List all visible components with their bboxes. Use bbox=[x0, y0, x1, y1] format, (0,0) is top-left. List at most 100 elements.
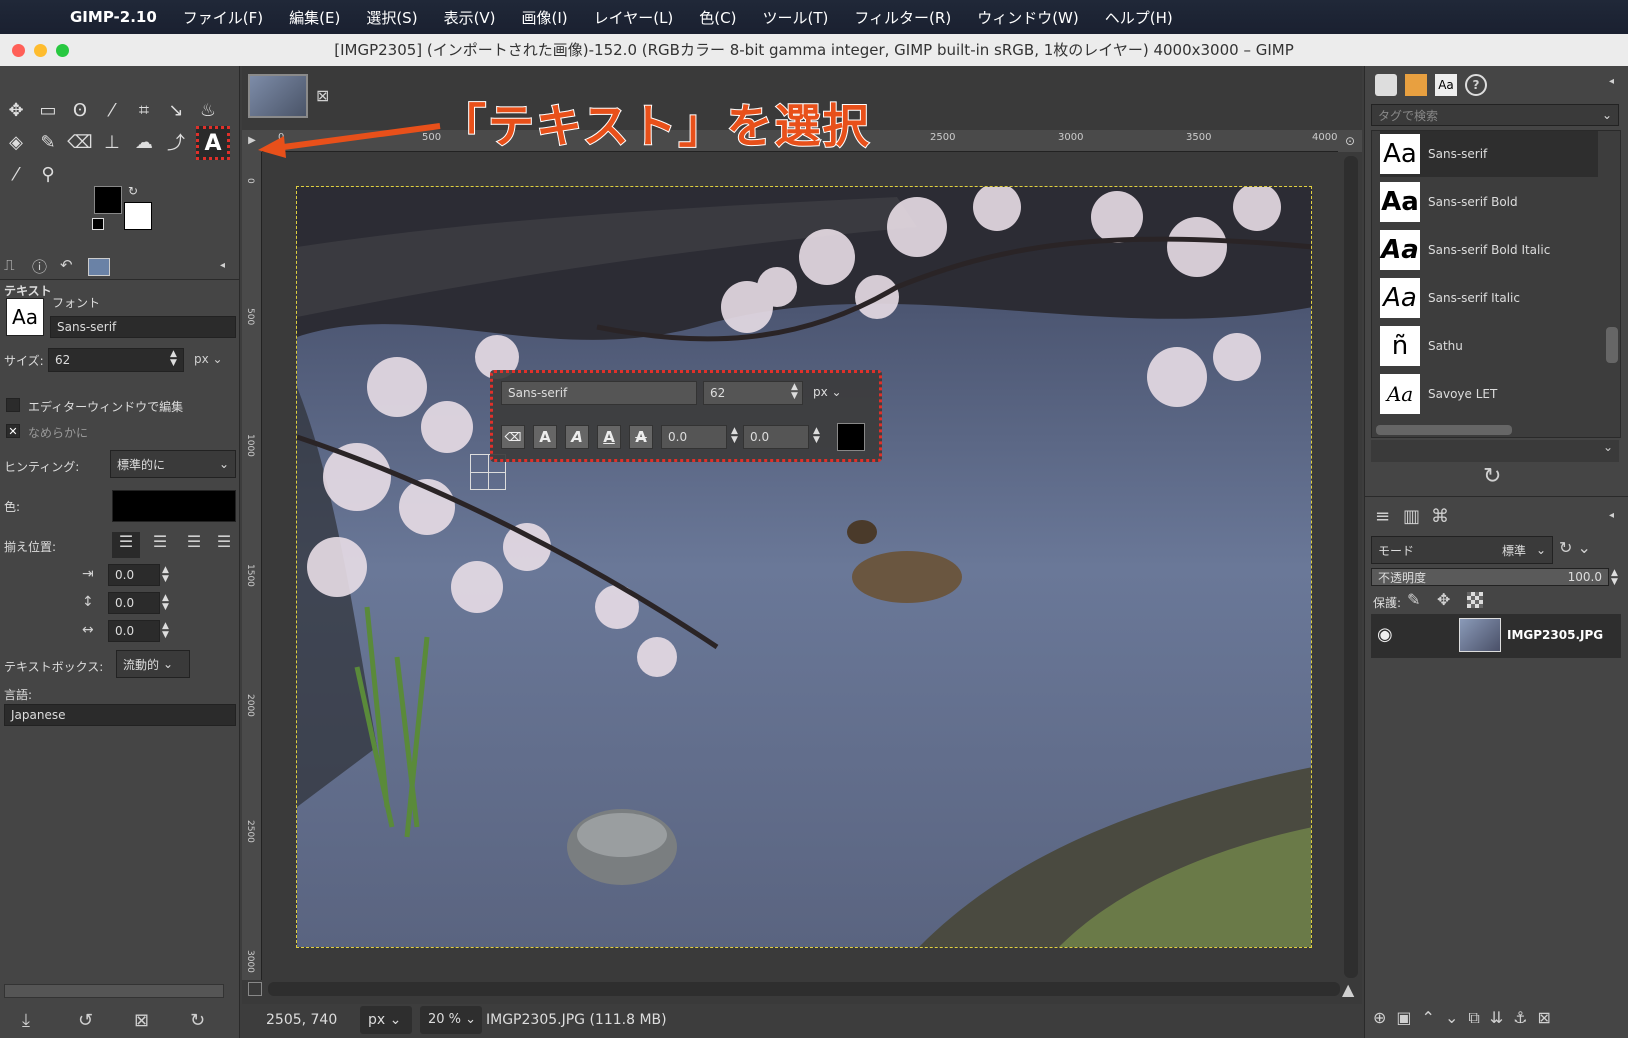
minimize-window-button[interactable] bbox=[34, 44, 47, 57]
vertical-scrollbar[interactable] bbox=[1344, 156, 1358, 978]
foreground-color-swatch[interactable] bbox=[94, 186, 122, 214]
raise-layer-icon[interactable]: ⌃ bbox=[1422, 1008, 1445, 1027]
help-tab-icon[interactable]: ? bbox=[1465, 74, 1487, 96]
menu-help[interactable]: ヘルプ(H) bbox=[1105, 7, 1173, 28]
navigate-icon[interactable]: ▲ bbox=[1342, 980, 1354, 999]
merge-layer-icon[interactable]: ⇊ bbox=[1490, 1008, 1513, 1027]
line-spacing-stepper-icon[interactable]: ▲ ▼ bbox=[162, 594, 169, 612]
menu-windows[interactable]: ウィンドウ(W) bbox=[977, 7, 1079, 28]
menu-file[interactable]: ファイル(F) bbox=[183, 7, 263, 28]
font-item[interactable]: Aa Sans-serif bbox=[1380, 131, 1598, 177]
ote-kerning-stepper-icon[interactable]: ▲ ▼ bbox=[813, 427, 820, 445]
layer-mode-select[interactable]: モード 標準 ⌄ bbox=[1371, 536, 1553, 564]
ote-color-button[interactable] bbox=[837, 423, 865, 451]
paintbrush-tool-icon[interactable]: ✎ bbox=[34, 128, 62, 156]
menu-filters[interactable]: フィルター(R) bbox=[854, 7, 951, 28]
opacity-stepper-icon[interactable]: ▲ ▼ bbox=[1611, 569, 1618, 587]
ote-unit-select[interactable]: px ⌄ bbox=[813, 385, 842, 399]
letter-spacing-input[interactable]: 0.0 bbox=[108, 620, 160, 642]
bucket-fill-tool-icon[interactable]: ◈ bbox=[2, 128, 30, 156]
toggle-quick-mask-icon[interactable] bbox=[248, 982, 262, 996]
close-window-button[interactable] bbox=[12, 44, 25, 57]
justify-center-icon[interactable]: ☰ bbox=[180, 532, 208, 558]
layers-tab-icon[interactable]: ≡ bbox=[1375, 506, 1390, 527]
ote-baseline-stepper-icon[interactable]: ▲ ▼ bbox=[731, 427, 738, 445]
text-color-button[interactable] bbox=[112, 490, 236, 522]
font-preview-button[interactable]: Aa bbox=[6, 298, 44, 336]
status-unit-select[interactable]: px ⌄ bbox=[360, 1006, 412, 1034]
font-list-scrollbar[interactable] bbox=[1606, 327, 1618, 363]
strikethrough-icon[interactable]: A bbox=[629, 425, 653, 449]
configure-tab-icon[interactable]: ◂ bbox=[220, 260, 225, 271]
font-input[interactable]: Sans-serif bbox=[50, 316, 236, 338]
bold-icon[interactable]: A bbox=[533, 425, 557, 449]
menu-color[interactable]: 色(C) bbox=[699, 7, 736, 28]
rect-select-tool-icon[interactable]: ▭ bbox=[34, 96, 62, 124]
ote-baseline-input[interactable]: 0.0 bbox=[661, 425, 727, 449]
fuzzy-select-tool-icon[interactable]: ⁄ bbox=[98, 96, 126, 124]
zoom-select[interactable]: 20 % ⌄ bbox=[420, 1006, 482, 1034]
hinting-select[interactable]: 標準的に ⌄ bbox=[110, 450, 236, 478]
device-status-tab-icon[interactable]: ⓘ bbox=[32, 256, 47, 277]
tool-options-tab-icon[interactable]: ⎍ bbox=[4, 256, 15, 274]
reset-options-icon[interactable]: ↻ bbox=[190, 1010, 205, 1031]
clear-style-icon[interactable]: ⌫ bbox=[501, 425, 525, 449]
delete-layer-icon[interactable]: ⊠ bbox=[1538, 1008, 1561, 1027]
justify-left-icon[interactable]: ☰ bbox=[112, 532, 140, 558]
eraser-tool-icon[interactable]: ⌫ bbox=[66, 128, 94, 156]
zoom-window-button[interactable] bbox=[56, 44, 69, 57]
reset-mode-icon[interactable]: ↻ ⌄ bbox=[1559, 538, 1591, 557]
delete-options-icon[interactable]: ⊠ bbox=[134, 1010, 149, 1031]
background-color-swatch[interactable] bbox=[124, 202, 152, 230]
ote-font-input[interactable]: Sans-serif bbox=[501, 381, 697, 405]
size-unit-select[interactable]: px ⌄ bbox=[194, 352, 223, 366]
menu-edit[interactable]: 編集(E) bbox=[289, 7, 340, 28]
font-item[interactable]: Aa Sans-serif Bold bbox=[1380, 179, 1624, 225]
font-tag-search[interactable]: タグで検索 ⌄ bbox=[1371, 104, 1619, 126]
layer-row[interactable]: ◉ IMGP2305.JPG bbox=[1371, 614, 1621, 658]
menu-image[interactable]: 画像(I) bbox=[522, 7, 568, 28]
eye-icon[interactable]: ◉ bbox=[1377, 624, 1393, 645]
size-stepper-icon[interactable]: ▲ ▼ bbox=[170, 350, 177, 368]
duplicate-layer-icon[interactable]: ⧉ bbox=[1468, 1008, 1489, 1027]
patterns-tab-icon[interactable] bbox=[1405, 74, 1427, 96]
move-tool-icon[interactable]: ✥ bbox=[2, 96, 30, 124]
editor-checkbox[interactable] bbox=[6, 398, 20, 412]
menu-select[interactable]: 選択(S) bbox=[366, 7, 417, 28]
text-tool-icon[interactable]: A bbox=[196, 126, 230, 160]
canvas-image[interactable] bbox=[296, 186, 1312, 948]
restore-options-icon[interactable]: ↺ bbox=[78, 1010, 93, 1031]
refresh-fonts-icon[interactable]: ↻ bbox=[1483, 464, 1501, 489]
ote-size-stepper-icon[interactable]: ▲ ▼ bbox=[791, 383, 798, 401]
italic-icon[interactable]: A bbox=[565, 425, 589, 449]
save-options-icon[interactable]: ⤓ bbox=[22, 1010, 30, 1031]
horizontal-scrollbar[interactable] bbox=[268, 982, 1340, 996]
font-view-select[interactable]: ⌄ bbox=[1371, 440, 1619, 462]
opacity-slider[interactable]: 不透明度 100.0 bbox=[1371, 568, 1609, 586]
unified-transform-tool-icon[interactable]: ↘ bbox=[162, 96, 190, 124]
lower-layer-icon[interactable]: ⌄ bbox=[1445, 1008, 1468, 1027]
antialias-checkbox[interactable]: ✕ bbox=[6, 424, 20, 438]
undo-history-tab-icon[interactable]: ↶ bbox=[60, 256, 73, 274]
anchor-layer-icon[interactable]: ⚓ bbox=[1513, 1008, 1537, 1027]
language-input[interactable]: Japanese bbox=[4, 704, 236, 726]
menu-view[interactable]: 表示(V) bbox=[444, 7, 496, 28]
justify-fill-icon[interactable]: ☰ bbox=[212, 532, 236, 558]
lock-position-icon[interactable]: ✥ bbox=[1437, 590, 1450, 609]
menu-layer[interactable]: レイヤー(L) bbox=[594, 7, 674, 28]
letter-spacing-stepper-icon[interactable]: ▲ ▼ bbox=[162, 622, 169, 640]
smudge-tool-icon[interactable]: ☁ bbox=[130, 128, 158, 156]
configure-dock-icon[interactable]: ◂ bbox=[1609, 76, 1614, 87]
new-layer-group-icon[interactable]: ▣ bbox=[1396, 1008, 1421, 1027]
indent-stepper-icon[interactable]: ▲ ▼ bbox=[162, 566, 169, 584]
app-menu[interactable]: GIMP-2.10 bbox=[70, 8, 157, 26]
font-item[interactable]: ñ Sathu bbox=[1380, 323, 1624, 369]
crop-tool-icon[interactable]: ⌗ bbox=[130, 96, 158, 124]
font-list-hscrollbar[interactable] bbox=[1376, 425, 1512, 435]
underline-icon[interactable]: A bbox=[597, 425, 621, 449]
zoom-fit-icon[interactable]: ⊙ bbox=[1338, 130, 1362, 152]
configure-layers-dock-icon[interactable]: ◂ bbox=[1609, 510, 1614, 521]
brushes-tab-icon[interactable] bbox=[1375, 74, 1397, 96]
color-picker-tool-icon[interactable]: ⁄ bbox=[2, 160, 30, 188]
ote-size-input[interactable]: 62 bbox=[703, 381, 803, 405]
